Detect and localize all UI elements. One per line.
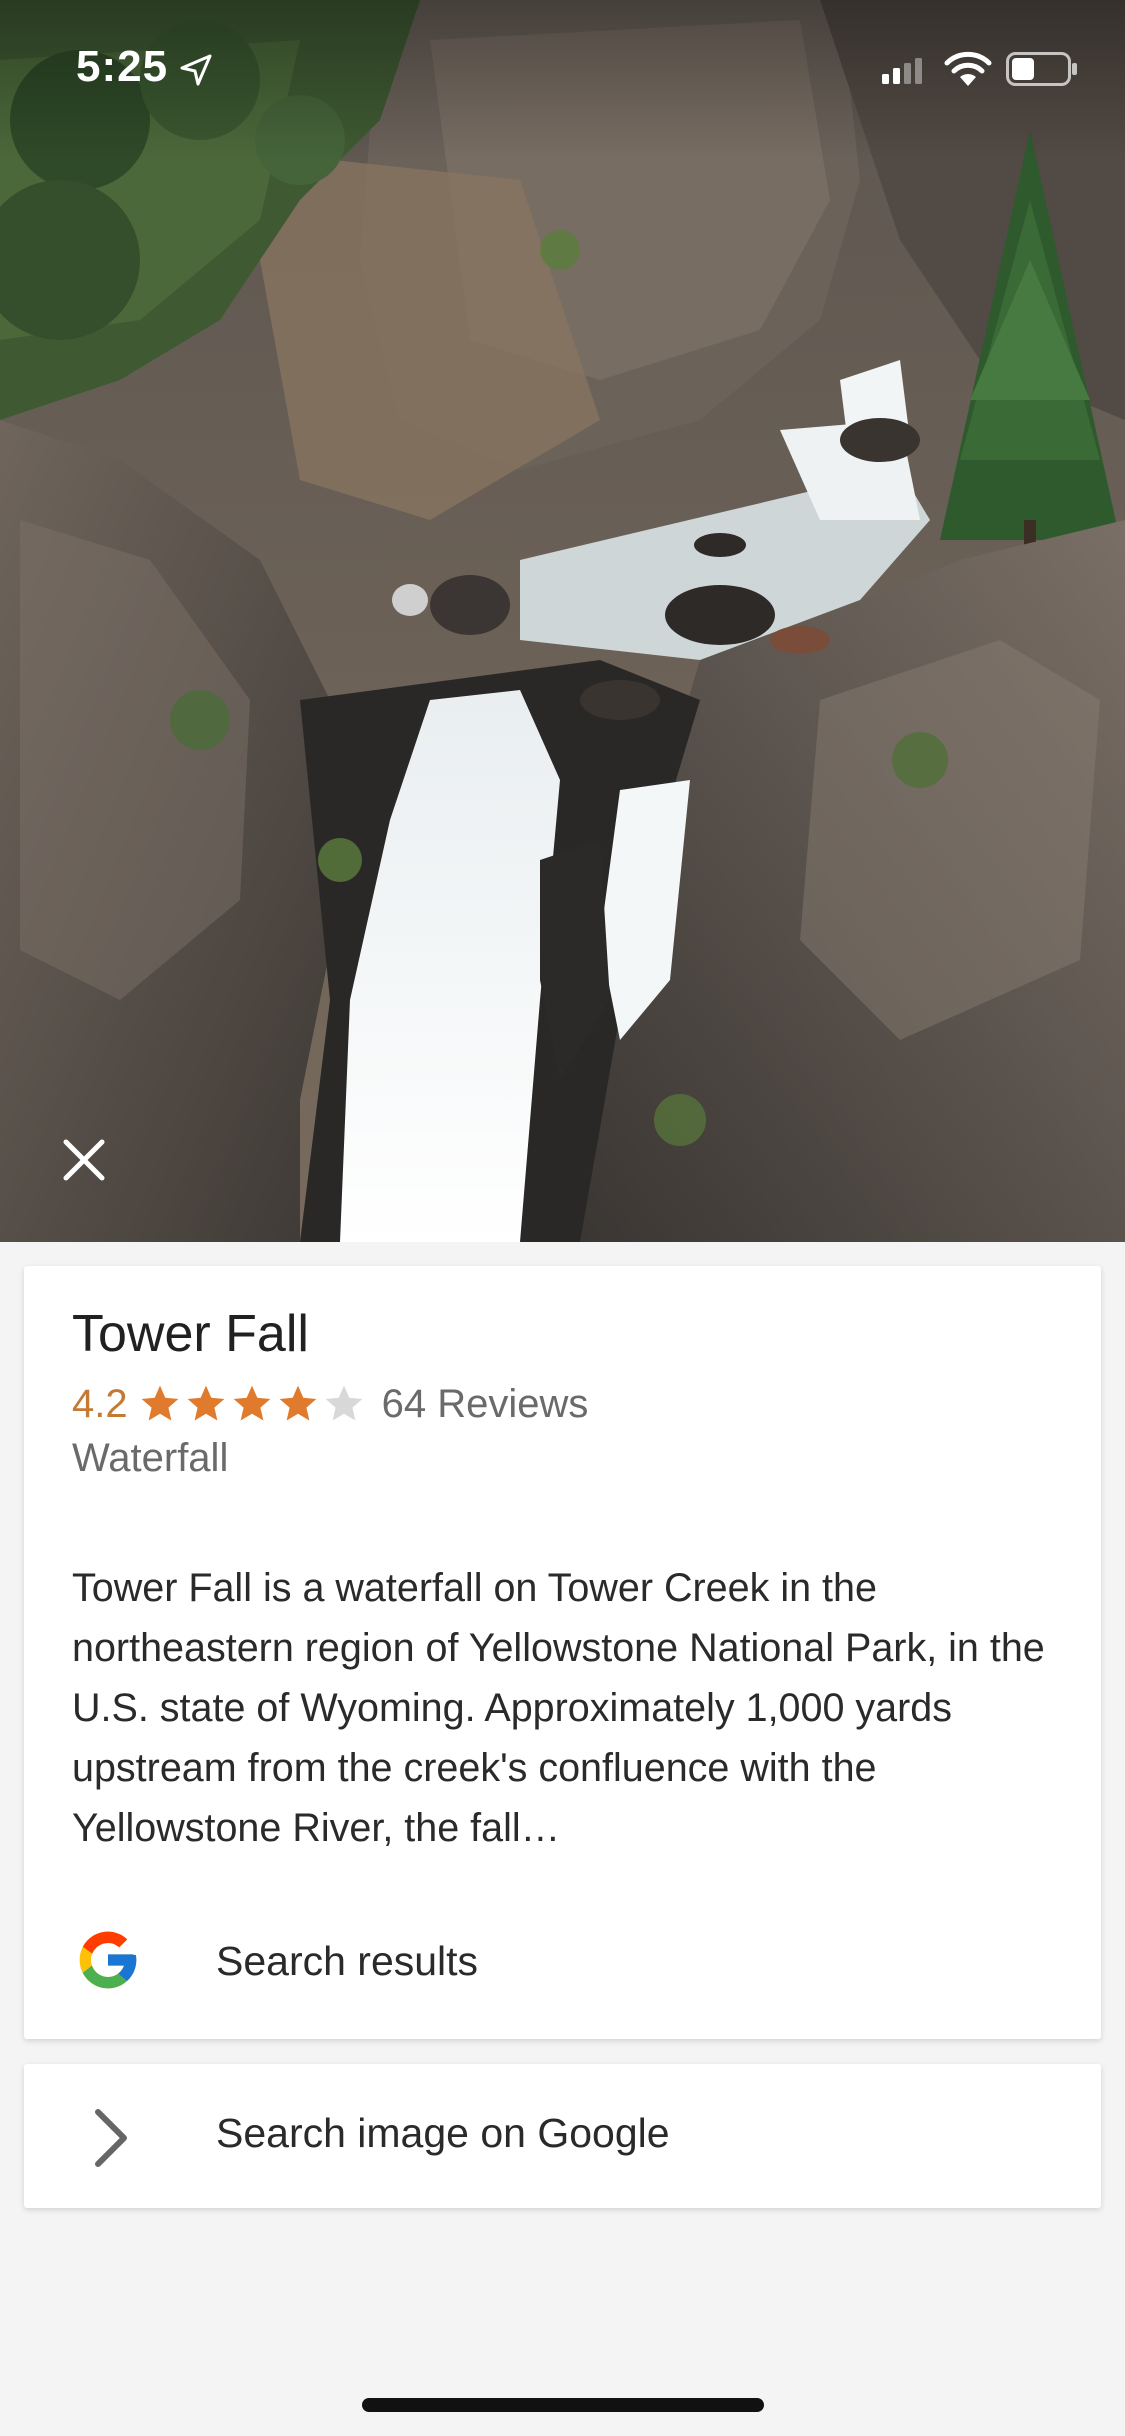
chevron-right-icon [95, 2109, 127, 2167]
wifi-icon [944, 51, 992, 86]
star-rating [138, 1382, 368, 1426]
location-arrow-icon [180, 54, 212, 86]
search-image-label: Search image on Google [216, 2110, 670, 2156]
star-empty-icon [325, 1385, 362, 1421]
place-title: Tower Fall [72, 1305, 309, 1363]
rating-row: 4.2 64 Reviews [72, 1374, 588, 1434]
star-filled-icon [187, 1385, 224, 1421]
rating-value: 4.2 [72, 1381, 128, 1426]
cellular-signal-icon [882, 58, 922, 84]
place-description: Tower Fall is a waterfall on Tower Creek… [72, 1566, 1045, 1850]
close-icon[interactable] [54, 1130, 114, 1190]
google-logo-icon [79, 1931, 137, 1989]
status-time: 5:25 [76, 42, 169, 91]
star-filled-icon [233, 1385, 270, 1421]
star-filled-icon [141, 1385, 178, 1421]
battery-icon [1006, 52, 1077, 86]
status-bar: 5:25 [0, 0, 1125, 140]
screen: 5:25 Tower Fall 4.2 64 Reviews Waterfall… [0, 0, 1125, 2436]
reviews-count[interactable]: 64 Reviews [382, 1382, 589, 1427]
star-filled-icon [279, 1385, 316, 1421]
search-results-button[interactable]: Search results [24, 1906, 1101, 2016]
waterfall-photo-image [0, 0, 1125, 1242]
home-indicator [362, 2398, 764, 2412]
search-results-label: Search results [216, 1938, 479, 1984]
place-category: Waterfall [72, 1436, 229, 1480]
place-info-card: Tower Fall 4.2 64 Reviews Waterfall Towe… [24, 1266, 1101, 2039]
place-photo: 5:25 [0, 0, 1125, 1242]
search-image-on-google-button[interactable]: Search image on Google [24, 2064, 1101, 2208]
